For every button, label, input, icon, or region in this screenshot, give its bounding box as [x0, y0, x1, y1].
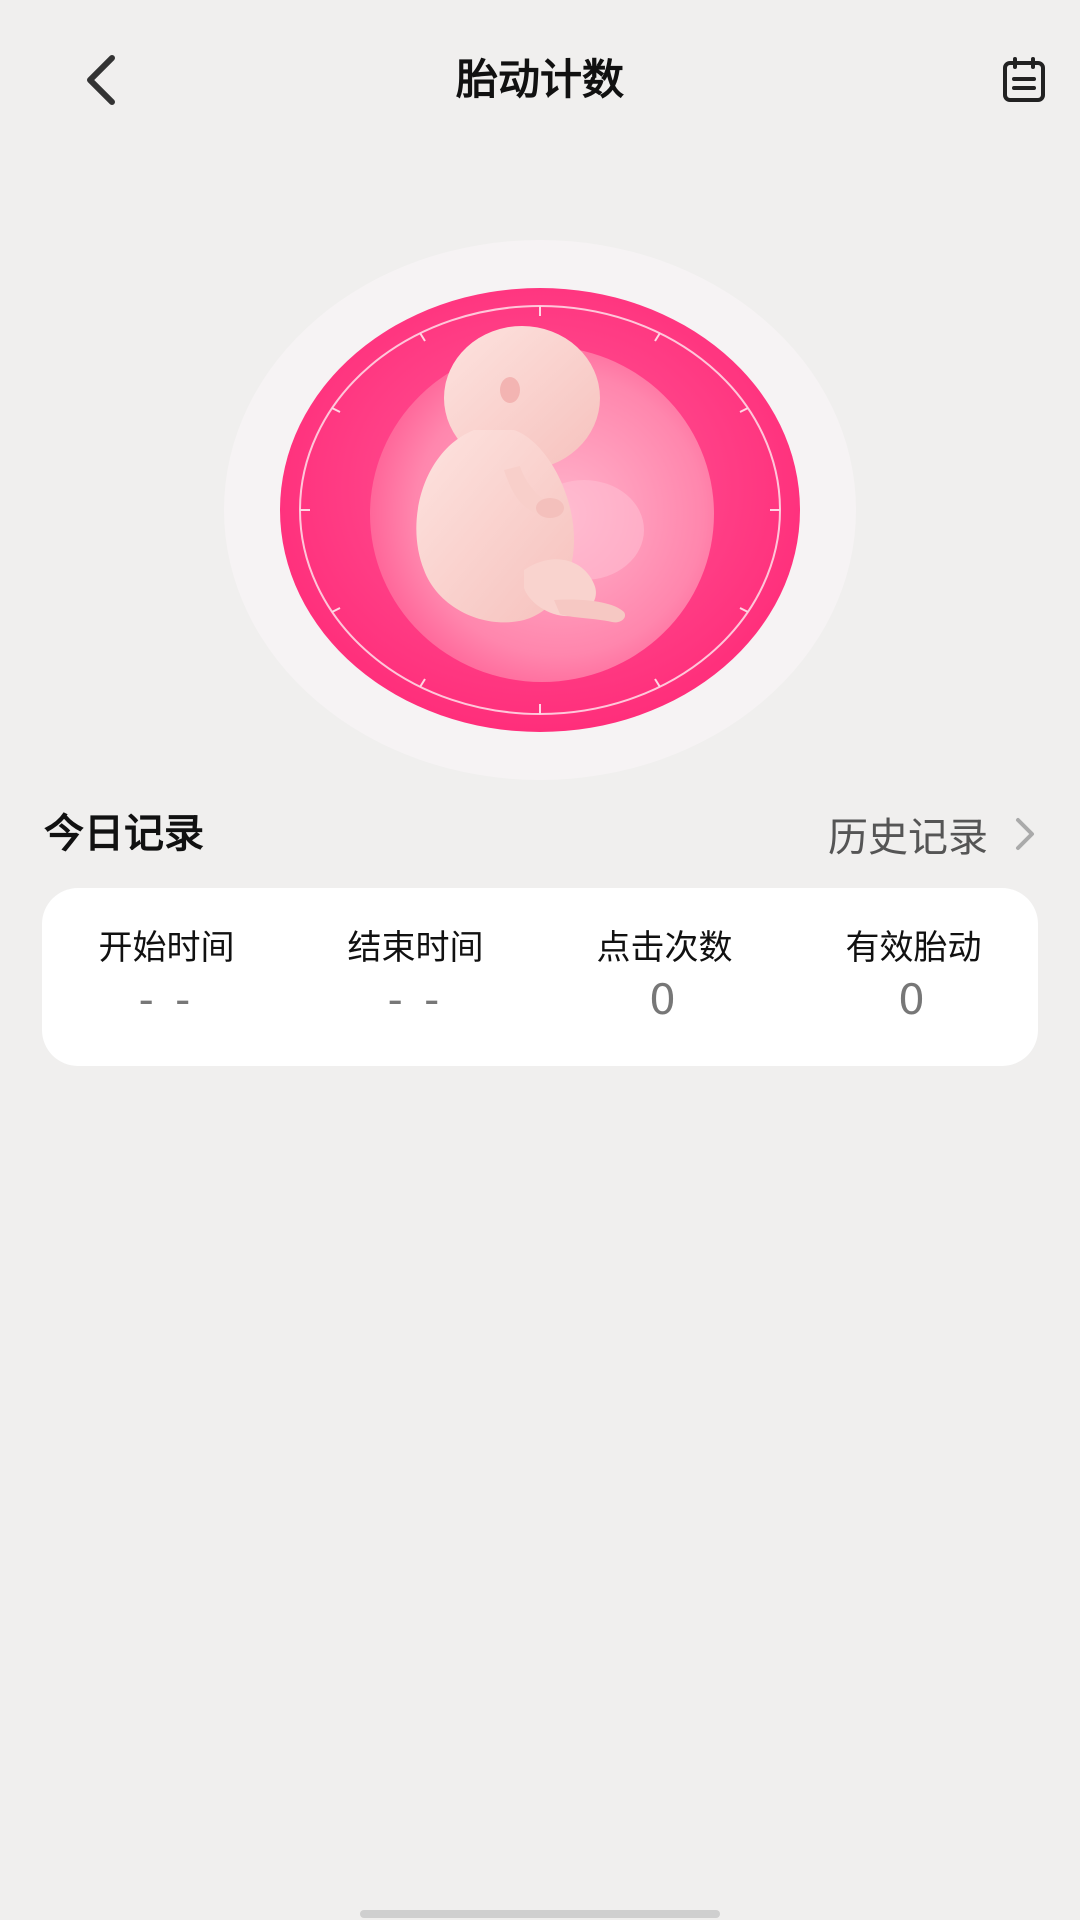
- chevron-right-icon: [1014, 816, 1036, 852]
- fetus-illustration: [224, 240, 856, 780]
- fetal-movement-counter[interactable]: [224, 240, 856, 780]
- home-indicator[interactable]: [360, 1910, 720, 1918]
- calendar-list-icon: [1003, 57, 1045, 102]
- stat-label: 有效胎动: [845, 928, 982, 968]
- calendar-button[interactable]: [992, 48, 1056, 112]
- today-stats-card: 开始时间 - - 结束时间 - - 点击次数 0 有效胎动 0: [42, 888, 1038, 1066]
- history-record-link[interactable]: 历史记录: [828, 804, 1036, 864]
- stat-value: - -: [387, 975, 444, 1024]
- stat-label: 开始时间: [98, 928, 235, 968]
- stat-click-count: 点击次数 0: [540, 888, 789, 1066]
- stat-label: 点击次数: [596, 928, 733, 968]
- stat-value: - -: [138, 975, 195, 1024]
- stat-effective-movements: 有效胎动 0: [789, 888, 1038, 1066]
- stat-value: 0: [898, 975, 929, 1024]
- stat-start-time: 开始时间 - -: [42, 888, 291, 1066]
- today-record-title: 今日记录: [44, 811, 204, 857]
- app-header: 胎动计数: [0, 0, 1080, 160]
- stat-end-time: 结束时间 - -: [291, 888, 540, 1066]
- stat-value: 0: [649, 975, 680, 1024]
- stat-label: 结束时间: [347, 928, 484, 968]
- page-title: 胎动计数: [455, 55, 624, 104]
- history-record-label: 历史记录: [828, 815, 988, 861]
